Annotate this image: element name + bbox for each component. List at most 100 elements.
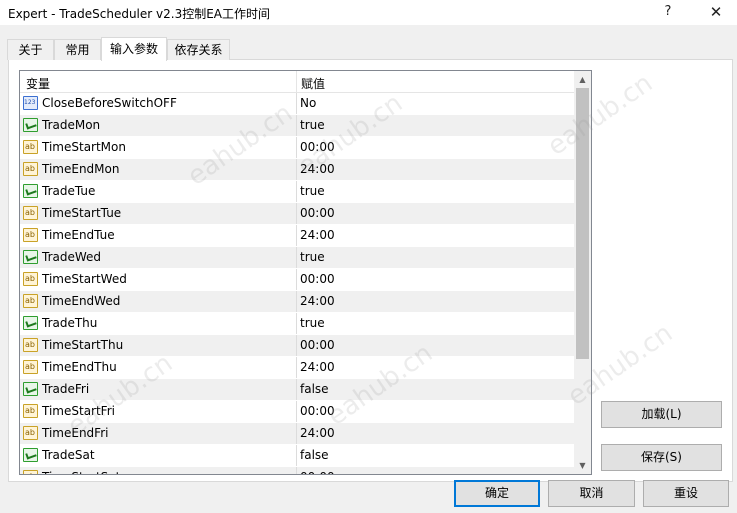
boolean-type-icon: [23, 316, 38, 330]
table-row[interactable]: TradeMon true: [20, 115, 574, 137]
parameter-value[interactable]: 24:00: [300, 294, 335, 308]
parameter-value[interactable]: true: [300, 316, 325, 330]
string-type-icon: [23, 140, 38, 154]
boolean-type-icon: [23, 382, 38, 396]
parameter-name: TradeTue: [42, 184, 96, 198]
number-type-icon: [23, 96, 38, 110]
boolean-type-icon: [23, 184, 38, 198]
table-row[interactable]: TimeStartFri 00:00: [20, 401, 574, 423]
boolean-type-icon: [23, 448, 38, 462]
string-type-icon: [23, 470, 38, 474]
string-type-icon: [23, 228, 38, 242]
parameter-value[interactable]: 00:00: [300, 404, 335, 418]
window-title: Expert - TradeScheduler v2.3控制EA工作时间: [8, 7, 271, 21]
column-divider: [296, 115, 297, 136]
table-row[interactable]: TradeWed true: [20, 247, 574, 269]
header-variable[interactable]: 变量: [26, 75, 50, 92]
tab-inputs[interactable]: 输入参数: [101, 37, 167, 61]
ok-button[interactable]: 确定: [454, 480, 540, 507]
parameter-value[interactable]: 00:00: [300, 206, 335, 220]
table-row[interactable]: TimeEndFri 24:00: [20, 423, 574, 445]
string-type-icon: [23, 404, 38, 418]
title-bar: Expert - TradeScheduler v2.3控制EA工作时间 ? ✕: [0, 0, 737, 25]
string-type-icon: [23, 272, 38, 286]
parameter-value[interactable]: 24:00: [300, 228, 335, 242]
parameter-name: TimeStartWed: [42, 272, 127, 286]
table-row[interactable]: TimeStartSat 00:00: [20, 467, 574, 474]
table-row[interactable]: TimeEndMon 24:00: [20, 159, 574, 181]
table-row[interactable]: TimeStartMon 00:00: [20, 137, 574, 159]
column-divider: [296, 93, 297, 114]
parameter-value[interactable]: true: [300, 184, 325, 198]
column-divider: [296, 247, 297, 268]
parameter-name: TimeEndTue: [42, 228, 115, 242]
column-divider: [296, 445, 297, 466]
column-divider: [296, 401, 297, 422]
grid-rows: CloseBeforeSwitchOFF No TradeMon true TimeSt…: [20, 93, 574, 474]
column-divider: [296, 291, 297, 312]
column-divider: [296, 203, 297, 224]
tab-dependencies[interactable]: 依存关系: [167, 39, 230, 60]
table-row[interactable]: TimeStartWed 00:00: [20, 269, 574, 291]
parameter-name: TimeEndFri: [42, 426, 109, 440]
help-icon[interactable]: ?: [648, 1, 688, 23]
save-button[interactable]: 保存(S): [601, 444, 722, 471]
parameter-name: TradeThu: [42, 316, 98, 330]
vertical-scrollbar[interactable]: ▲ ▼: [574, 71, 591, 474]
scrollbar-thumb[interactable]: [576, 88, 589, 359]
parameter-value[interactable]: true: [300, 118, 325, 132]
table-row[interactable]: TimeEndWed 24:00: [20, 291, 574, 313]
parameter-name: TradeWed: [42, 250, 102, 264]
parameter-value[interactable]: 00:00: [300, 140, 335, 154]
table-row[interactable]: TradeFri false: [20, 379, 574, 401]
string-type-icon: [23, 206, 38, 220]
table-row[interactable]: TimeEndTue 24:00: [20, 225, 574, 247]
parameter-value[interactable]: 00:00: [300, 470, 335, 474]
parameter-value[interactable]: false: [300, 448, 329, 462]
header-divider[interactable]: [296, 71, 297, 92]
table-row[interactable]: TimeEndThu 24:00: [20, 357, 574, 379]
parameter-name: TimeEndThu: [42, 360, 117, 374]
table-row[interactable]: TimeStartThu 00:00: [20, 335, 574, 357]
grid-header: 变量 赋值: [20, 71, 574, 93]
parameter-value[interactable]: 24:00: [300, 162, 335, 176]
cancel-button[interactable]: 取消: [548, 480, 635, 507]
string-type-icon: [23, 360, 38, 374]
parameter-name: TimeEndMon: [42, 162, 120, 176]
parameter-value[interactable]: false: [300, 382, 329, 396]
tab-about[interactable]: 关于: [7, 39, 54, 60]
reset-button[interactable]: 重设: [643, 480, 729, 507]
string-type-icon: [23, 162, 38, 176]
parameter-name: TradeSat: [42, 448, 95, 462]
column-divider: [296, 137, 297, 158]
parameter-value[interactable]: 00:00: [300, 272, 335, 286]
scroll-up-icon[interactable]: ▲: [574, 71, 591, 88]
column-divider: [296, 159, 297, 180]
scroll-down-icon[interactable]: ▼: [574, 457, 591, 474]
parameters-grid: 变量 赋值 CloseBeforeSwitchOFF No TradeMon true…: [19, 70, 592, 475]
parameter-value[interactable]: No: [300, 96, 316, 110]
parameter-name: TimeStartSat: [42, 470, 120, 474]
header-value[interactable]: 赋值: [301, 75, 325, 92]
boolean-type-icon: [23, 118, 38, 132]
parameter-value[interactable]: true: [300, 250, 325, 264]
table-row[interactable]: TradeThu true: [20, 313, 574, 335]
load-button[interactable]: 加载(L): [601, 401, 722, 428]
column-divider: [296, 379, 297, 400]
parameter-name: TimeEndWed: [42, 294, 121, 308]
parameter-value[interactable]: 24:00: [300, 426, 335, 440]
column-divider: [296, 225, 297, 246]
table-row[interactable]: CloseBeforeSwitchOFF No: [20, 93, 574, 115]
parameter-value[interactable]: 24:00: [300, 360, 335, 374]
tab-common[interactable]: 常用: [54, 39, 101, 60]
table-row[interactable]: TradeSat false: [20, 445, 574, 467]
column-divider: [296, 313, 297, 334]
parameter-name: CloseBeforeSwitchOFF: [42, 96, 177, 110]
string-type-icon: [23, 294, 38, 308]
parameter-value[interactable]: 00:00: [300, 338, 335, 352]
table-row[interactable]: TradeTue true: [20, 181, 574, 203]
table-row[interactable]: TimeStartTue 00:00: [20, 203, 574, 225]
column-divider: [296, 467, 297, 474]
parameter-name: TimeStartFri: [42, 404, 115, 418]
close-icon[interactable]: ✕: [696, 1, 736, 23]
